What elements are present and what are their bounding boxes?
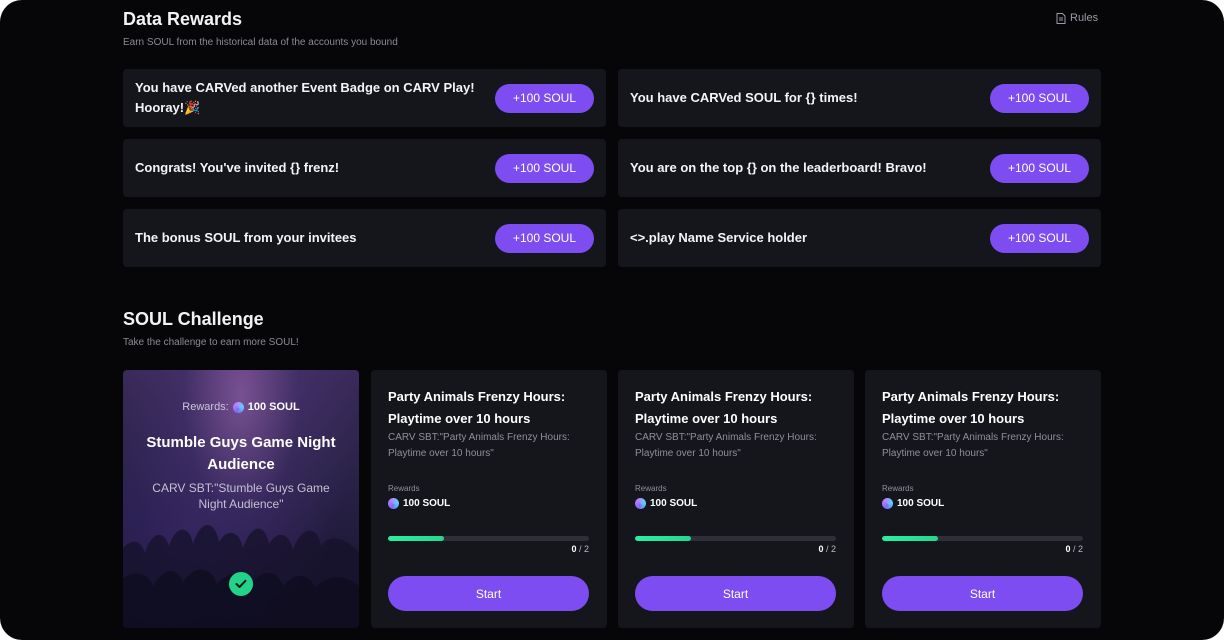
reward-card: You are on the top {} on the leaderboard…	[618, 139, 1101, 197]
data-rewards-title: Data Rewards	[123, 9, 243, 29]
progress-current: 0	[1065, 544, 1071, 554]
claim-soul-button[interactable]: +100 SOUL	[990, 223, 1089, 253]
challenge-title: Party Animals Frenzy Hours: Playtime ove…	[882, 389, 1060, 426]
challenge-description: CARV SBT:"Party Animals Frenzy Hours: Pl…	[388, 432, 570, 459]
claim-soul-button[interactable]: +100 SOUL	[495, 83, 594, 113]
rewards-value: 100 SOUL	[635, 498, 697, 509]
challenge-card: Party Animals Frenzy Hours: Playtime ove…	[865, 370, 1101, 628]
reward-card: You have CARVed SOUL for {} times! +100 …	[618, 69, 1101, 127]
progress-fill	[635, 536, 692, 541]
reward-card: You have CARVed another Event Badge on C…	[123, 69, 606, 127]
challenge-title: Party Animals Frenzy Hours: Playtime ove…	[635, 389, 813, 426]
progress-fill	[882, 536, 939, 541]
challenge-description: CARV SBT:"Party Animals Frenzy Hours: Pl…	[635, 432, 817, 459]
claim-soul-button[interactable]: +100 SOUL	[990, 153, 1089, 183]
reward-card: The bonus SOUL from your invitees +100 S…	[123, 209, 606, 267]
challenge-description: CARV SBT:"Party Animals Frenzy Hours: Pl…	[882, 432, 1064, 459]
progress-current: 0	[571, 544, 577, 554]
reward-card: <>.play Name Service holder +100 SOUL	[618, 209, 1101, 267]
progress-current: 0	[818, 544, 824, 554]
progress-fill	[388, 536, 445, 541]
featured-challenge-card[interactable]: Rewards: 100 SOUL Stumble Guys Game Nigh…	[123, 370, 359, 628]
featured-rewards: Rewards: 100 SOUL	[123, 401, 359, 413]
progress-total: / 2	[578, 544, 589, 554]
document-icon	[1056, 12, 1066, 24]
reward-card: Congrats! You've invited {} frenz! +100 …	[123, 139, 606, 197]
progress-text: 0 / 2	[571, 544, 589, 554]
soul-challenge-title: SOUL Challenge	[123, 309, 264, 329]
featured-challenge-title: Stumble Guys Game Night Audience	[146, 434, 336, 473]
progress-total: / 2	[825, 544, 836, 554]
rewards-label: Rewards	[635, 484, 667, 493]
rules-label: Rules	[1070, 12, 1099, 24]
soul-token-icon	[232, 401, 244, 413]
reward-text: Congrats! You've invited {} frenz!	[135, 160, 340, 175]
progress-bar	[388, 536, 589, 541]
progress-bar	[635, 536, 836, 541]
app-window: Data Rewards Earn SOUL from the historic…	[0, 0, 1224, 640]
start-button[interactable]: Start	[635, 576, 836, 611]
progress-text: 0 / 2	[818, 544, 836, 554]
data-rewards-subtitle: Earn SOUL from the historical data of th…	[123, 37, 398, 48]
progress-text: 0 / 2	[1065, 544, 1083, 554]
check-circle-icon	[229, 572, 253, 596]
rewards-amount: 100 SOUL	[403, 498, 451, 509]
rewards-amount: 100 SOUL	[650, 498, 698, 509]
soul-challenge-subtitle: Take the challenge to earn more SOUL!	[123, 337, 299, 348]
reward-text: The bonus SOUL from your invitees	[135, 230, 357, 245]
soul-token-icon	[388, 498, 399, 509]
progress-bar	[882, 536, 1083, 541]
rewards-label: Rewards	[882, 484, 914, 493]
featured-challenge-description: CARV SBT:"Stumble Guys Game Night Audien…	[152, 481, 330, 511]
progress-total: / 2	[1072, 544, 1083, 554]
soul-token-icon	[882, 498, 893, 509]
claim-soul-button[interactable]: +100 SOUL	[495, 153, 594, 183]
reward-text: You are on the top {} on the leaderboard…	[630, 160, 927, 175]
claim-soul-button[interactable]: +100 SOUL	[990, 83, 1089, 113]
start-button[interactable]: Start	[388, 576, 589, 611]
rewards-amount: 100 SOUL	[897, 498, 945, 509]
rewards-value: 100 SOUL	[247, 401, 300, 413]
reward-text: <>.play Name Service holder	[630, 230, 808, 245]
challenge-card: Party Animals Frenzy Hours: Playtime ove…	[371, 370, 607, 628]
start-button[interactable]: Start	[882, 576, 1083, 611]
rewards-label: Rewards	[388, 484, 420, 493]
claim-soul-button[interactable]: +100 SOUL	[495, 223, 594, 253]
rules-link[interactable]: Rules	[1056, 12, 1098, 24]
rewards-label: Rewards:	[182, 401, 229, 413]
challenge-title: Party Animals Frenzy Hours: Playtime ove…	[388, 389, 566, 426]
reward-text: You have CARVed SOUL for {} times!	[630, 90, 858, 105]
rewards-value: 100 SOUL	[388, 498, 450, 509]
reward-text: You have CARVed another Event Badge on C…	[135, 80, 475, 115]
soul-token-icon	[635, 498, 646, 509]
challenge-card: Party Animals Frenzy Hours: Playtime ove…	[618, 370, 854, 628]
rewards-value: 100 SOUL	[882, 498, 944, 509]
